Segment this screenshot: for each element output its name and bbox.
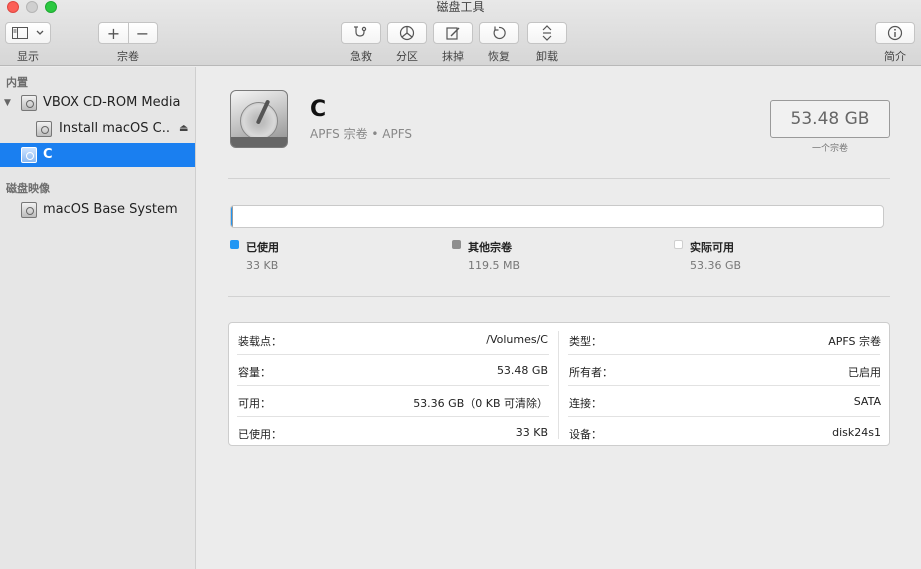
legend-label: 已使用 xyxy=(246,241,279,254)
info-value: disk24s1 xyxy=(832,426,881,439)
sidebar-icon xyxy=(12,27,28,39)
unmount-label: 卸载 xyxy=(536,50,558,63)
info-button[interactable] xyxy=(875,22,915,44)
volume-count-caption: 一个宗卷 xyxy=(811,144,848,154)
info-value: /Volumes/C xyxy=(486,333,548,346)
add-volume-button[interactable]: + xyxy=(99,24,128,43)
volume-info-table: 装载点： /Volumes/C 类型： APFS 宗卷 容量： 53.48 GB… xyxy=(228,322,890,446)
info-value: 已启用 xyxy=(848,366,881,379)
legend-value: 53.36 GB xyxy=(690,259,742,272)
info-row: 可用： 53.36 GB（0 KB 可清除） 连接： SATA xyxy=(229,385,891,416)
segment-divider xyxy=(128,22,129,44)
hard-disk-icon xyxy=(230,90,288,148)
erase-button[interactable] xyxy=(433,22,473,44)
first-aid-button[interactable] xyxy=(341,22,381,44)
info-value: 53.36 GB（0 KB 可清除） xyxy=(413,397,548,410)
sidebar-item-label: VBOX CD-ROM Media xyxy=(43,95,181,110)
info-label: 简介 xyxy=(884,50,906,63)
restore-label: 恢复 xyxy=(488,50,510,63)
disk-image-icon xyxy=(21,202,37,218)
info-key: 设备： xyxy=(569,428,602,441)
info-key: 容量： xyxy=(238,366,271,379)
sidebar-item-install-macos[interactable]: Install macOS C... ⏏ xyxy=(0,117,195,141)
restore-arrow-icon xyxy=(493,26,506,40)
legend-value: 119.5 MB xyxy=(468,259,521,272)
disk-icon xyxy=(36,121,52,137)
unmount-button[interactable] xyxy=(527,22,567,44)
window-title: 磁盘工具 xyxy=(436,0,485,14)
volume-subtitle: APFS 宗卷 • APFS xyxy=(310,127,413,141)
eject-icon[interactable]: ⏏ xyxy=(179,123,188,134)
info-key: 类型： xyxy=(569,335,602,348)
info-key: 连接： xyxy=(569,397,602,410)
legend-label: 实际可用 xyxy=(690,241,734,254)
volume-name: C xyxy=(310,97,327,122)
disclosure-triangle-icon[interactable]: ▼ xyxy=(4,98,11,108)
sidebar-item-label: Install macOS C... xyxy=(59,121,171,136)
sidebar: 内置 ▼ VBOX CD-ROM Media Install macOS C..… xyxy=(0,67,196,569)
legend-value: 33 KB xyxy=(246,259,279,272)
info-value: 53.48 GB xyxy=(496,364,548,377)
view-button[interactable] xyxy=(5,22,51,44)
legend-label: 其他宗卷 xyxy=(468,241,512,254)
sidebar-item-label: C xyxy=(43,147,53,162)
volume-icon xyxy=(21,147,37,163)
eraser-icon xyxy=(446,27,460,40)
restore-button[interactable] xyxy=(479,22,519,44)
info-key: 所有者： xyxy=(569,366,613,379)
main-content: C APFS 宗卷 • APFS 53.48 GB 一个宗卷 已使用 33 KB… xyxy=(197,67,921,569)
info-row: 容量： 53.48 GB 所有者： 已启用 xyxy=(229,354,891,385)
disk-icon xyxy=(21,95,37,111)
sidebar-item-label: macOS Base System xyxy=(43,202,178,217)
remove-volume-button[interactable]: − xyxy=(128,24,157,43)
divider xyxy=(228,178,890,179)
info-key: 可用： xyxy=(238,397,271,410)
info-key: 已使用： xyxy=(238,428,282,441)
partition-button[interactable] xyxy=(387,22,427,44)
erase-label: 抹掉 xyxy=(442,50,464,63)
partition-label: 分区 xyxy=(396,50,418,63)
usage-bar xyxy=(230,205,884,228)
legend-swatch xyxy=(230,240,239,249)
volume-label: 宗卷 xyxy=(117,50,139,63)
info-value: APFS 宗卷 xyxy=(828,335,881,348)
disk-utility-window: 磁盘工具 显示 + − 宗卷 急救 分区 抹掉 恢复 卸载 简介 内置 ▼ VB… xyxy=(0,0,921,569)
sidebar-section-disk-images: 磁盘映像 xyxy=(6,182,50,195)
first-aid-label: 急救 xyxy=(350,50,372,63)
unmount-icon xyxy=(542,25,552,41)
info-value: 33 KB xyxy=(515,426,548,439)
pie-chart-icon xyxy=(399,25,415,41)
sidebar-item-volume-c[interactable]: C xyxy=(0,143,195,167)
legend-swatch xyxy=(674,240,683,249)
sidebar-section-internal: 内置 xyxy=(6,76,28,89)
toolbar: 磁盘工具 显示 + − 宗卷 急救 分区 抹掉 恢复 卸载 简介 xyxy=(0,0,921,66)
stethoscope-icon xyxy=(354,26,367,37)
usage-bar-other-segment xyxy=(232,206,233,227)
info-icon xyxy=(887,25,903,41)
sidebar-item-macos-base-system[interactable]: macOS Base System xyxy=(0,198,195,222)
info-row: 装载点： /Volumes/C 类型： APFS 宗卷 xyxy=(229,323,891,354)
sidebar-item-vbox-cdrom[interactable]: ▼ VBOX CD-ROM Media xyxy=(0,91,195,115)
chevron-down-icon xyxy=(36,30,44,35)
legend-swatch xyxy=(452,240,461,249)
volume-size-box: 53.48 GB xyxy=(770,100,890,138)
divider xyxy=(228,296,890,297)
view-label: 显示 xyxy=(17,50,39,63)
info-value: SATA xyxy=(853,395,881,408)
info-row: 已使用： 33 KB 设备： disk24s1 xyxy=(229,416,891,447)
info-key: 装载点： xyxy=(238,335,282,348)
